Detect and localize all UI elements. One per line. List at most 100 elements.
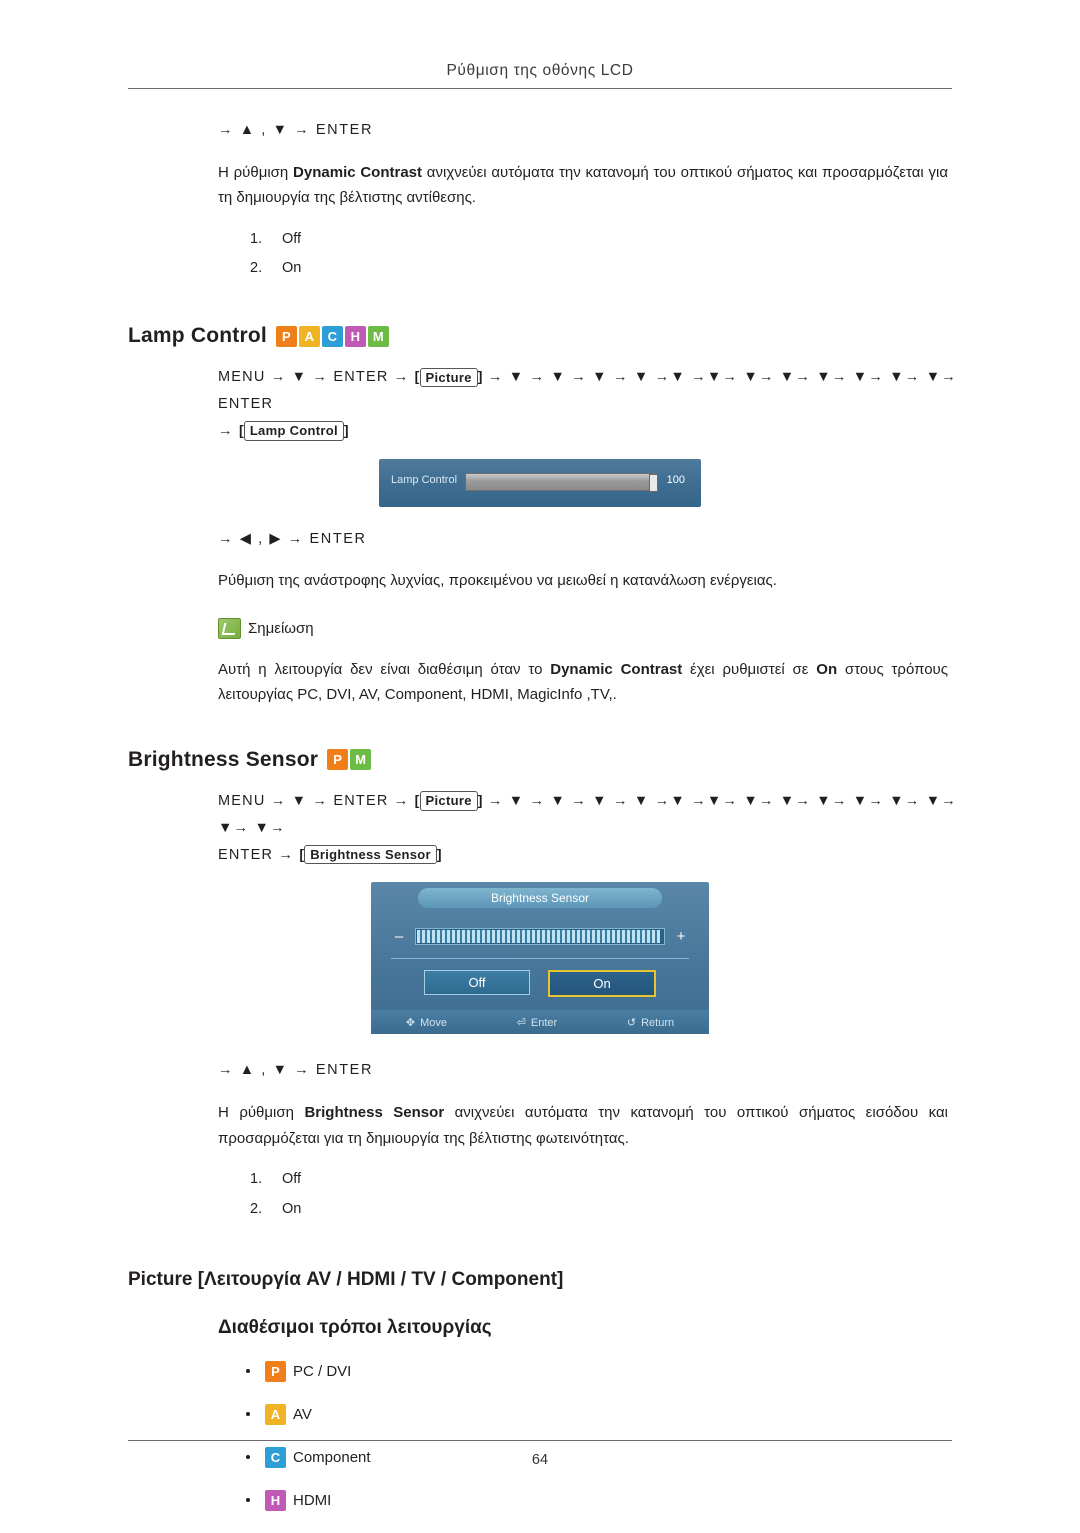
osd-bs-return-hint: ↺ Return <box>626 1016 675 1029</box>
list-item: A AV <box>246 1403 952 1425</box>
osd-bs-slider-fill <box>417 930 661 944</box>
subsection-heading-modes: Διαθέσιμοι τρόποι λειτουργίας <box>218 1316 492 1338</box>
menu-pill-brightness-sensor: Brightness Sensor <box>304 844 437 865</box>
note-par-bold1: Dynamic Contrast <box>550 660 683 678</box>
brightness-sensor-menu-path: MENU → ▼ → ENTER → [Picture] → ▼ → ▼ → ▼… <box>218 791 957 865</box>
osd-brightness-sensor: Brightness Sensor – + Off On ✥ Move ⏎ Ente… <box>371 882 709 1035</box>
list-item: 2. On <box>250 254 952 284</box>
osd-bs-move-hint: ✥ Move <box>405 1016 447 1029</box>
note-label: Σημείωση <box>248 619 314 637</box>
badge-pc-icon: P <box>275 325 297 347</box>
list-item: H HDMI <box>246 1489 952 1511</box>
option-number: 2. <box>250 260 263 277</box>
list-item: P PC / DVI <box>246 1360 952 1382</box>
dc-par-bold: Dynamic Contrast <box>293 163 423 181</box>
section-heading-picture: Picture [Λειτουργία AV / HDMI / TV / Com… <box>128 1268 564 1290</box>
lamp-control-title: Lamp Control <box>128 324 267 348</box>
section-heading-lamp-control: Lamp Control P A C H M <box>128 324 952 348</box>
option-label: On <box>282 1200 302 1217</box>
lamp-control-mode-badges: P A C H M <box>275 325 389 347</box>
header-divider <box>128 88 952 89</box>
menu-pill-picture: Picture <box>419 791 478 811</box>
note-block-lamp-control: Σημείωση <box>218 617 952 639</box>
note-par-bold2: On <box>816 660 838 678</box>
badge-magicinfo-icon: M <box>350 749 372 771</box>
option-number: 2. <box>250 1200 263 1217</box>
lamp-control-paragraph: Ρύθμιση της ανάστροφης λυχνίας, προκειμέ… <box>218 572 777 590</box>
badge-magicinfo-icon: M <box>367 325 389 347</box>
footer-divider <box>128 1440 952 1441</box>
osd-bs-enter-hint: ⏎ Enter <box>516 1016 558 1029</box>
lamp-control-menu-path: MENU → ▼ → ENTER → [Picture] → ▼ → ▼ → ▼… <box>218 367 957 441</box>
bullet-dot-icon <box>246 1412 250 1416</box>
osd-bs-on-button[interactable]: On <box>548 970 656 998</box>
mode-label: AV <box>293 1405 312 1423</box>
menu-path-part1: MENU → ▼ → ENTER → <box>218 792 410 809</box>
note-icon <box>218 617 241 639</box>
mode-label: HDMI <box>293 1491 332 1509</box>
mode-label: PC / DVI <box>293 1362 352 1380</box>
dynamic-contrast-options: 1. Off 2. On <box>250 225 952 284</box>
menu-pill-lamp-control: Lamp Control <box>243 421 344 441</box>
brightness-sensor-osd-wrap: Brightness Sensor – + Off On ✥ Move ⏎ Ente… <box>128 882 952 1035</box>
menu-path-part1: MENU → ▼ → ENTER → <box>218 369 410 386</box>
page-content: → ▲ , ▼ → ENTER Η ρύθμιση Dynamic Contra… <box>128 120 956 1533</box>
page-header: Ρύθμιση της οθόνης LCD <box>446 62 634 79</box>
osd-bs-minus-icon: – <box>394 928 404 946</box>
menu-path-part3: ENTER → <box>218 846 295 863</box>
osd-bs-slider-track <box>415 928 665 946</box>
move-arrows-icon: ✥ <box>405 1016 416 1029</box>
option-number: 1. <box>250 230 263 247</box>
osd-bs-title: Brightness Sensor <box>418 888 662 909</box>
menu-path-part3: → <box>218 422 234 439</box>
osd-lamp-slider <box>465 472 658 492</box>
badge-av-icon: A <box>298 325 320 347</box>
document-page: Ρύθμιση της οθόνης LCD → ▲ , ▼ → ENTER Η… <box>0 0 1080 1527</box>
option-number: 1. <box>250 1171 263 1188</box>
osd-lamp-slider-knob <box>649 473 658 492</box>
list-item: 2. On <box>250 1195 952 1225</box>
badge-av-icon: A <box>265 1403 286 1425</box>
osd-bs-off-button[interactable]: Off <box>424 970 530 996</box>
osd-lamp-control: Lamp Control 100 <box>379 458 701 507</box>
osd-bs-footer-bar: ✥ Move ⏎ Enter ↺ Return <box>371 1010 709 1035</box>
note-par-mid: έχει ρυθμιστεί σε <box>682 660 817 678</box>
page-number: 64 <box>531 1452 549 1468</box>
lamp-control-note-paragraph: Αυτή η λειτουργία δεν είναι διαθέσιμη ότ… <box>218 657 948 708</box>
osd-lamp-label: Lamp Control <box>391 473 458 486</box>
enter-key-icon: ⏎ <box>516 1016 526 1029</box>
badge-component-icon: C <box>321 325 343 347</box>
lamp-control-osd-wrap: Lamp Control 100 <box>128 458 952 507</box>
option-label: Off <box>282 1171 302 1188</box>
bullet-dot-icon <box>246 1498 250 1502</box>
list-item: 1. Off <box>250 225 952 255</box>
note-par-pre: Αυτή η λειτουργία δεν είναι διαθέσιμη ότ… <box>218 660 551 678</box>
osd-lamp-value: 100 <box>666 473 685 486</box>
osd-bs-divider <box>391 958 689 960</box>
badge-hdmi-icon: H <box>344 325 366 347</box>
dynamic-contrast-paragraph: Η ρύθμιση Dynamic Contrast ανιχνεύει αυτ… <box>218 160 948 211</box>
bs-par-pre: Η ρύθμιση <box>218 1104 305 1122</box>
available-modes-list: P PC / DVI A AV C Component H HDMI <box>246 1360 952 1511</box>
brightness-sensor-title: Brightness Sensor <box>128 747 319 771</box>
brightness-sensor-paragraph: Η ρύθμιση Brightness Sensor ανιχνεύει αυ… <box>218 1100 948 1151</box>
return-arrow-icon: ↺ <box>626 1016 637 1029</box>
badge-pc-icon: P <box>327 749 349 771</box>
section-heading-brightness-sensor: Brightness Sensor P M <box>128 748 952 772</box>
bs-par-bold: Brightness Sensor <box>304 1104 445 1122</box>
lamp-control-navline: → ◀ , ▶ → ENTER <box>218 530 367 547</box>
osd-bs-plus-icon: + <box>676 928 686 946</box>
brightness-sensor-options: 1. Off 2. On <box>250 1165 952 1224</box>
list-item: 1. Off <box>250 1165 952 1195</box>
brightness-sensor-navline: → ▲ , ▼ → ENTER <box>218 1062 374 1079</box>
dynamic-contrast-navline: → ▲ , ▼ → ENTER <box>218 122 374 138</box>
brightness-sensor-mode-badges: P M <box>327 749 372 771</box>
osd-bs-button-row: Off On <box>371 970 709 998</box>
osd-bs-slider-row: – + <box>393 928 687 946</box>
badge-pc-icon: P <box>265 1360 286 1382</box>
dc-par-pre: Η ρύθμιση <box>218 163 294 181</box>
bullet-dot-icon <box>246 1369 250 1373</box>
option-label: Off <box>282 230 302 247</box>
badge-hdmi-icon: H <box>265 1489 286 1511</box>
option-label: On <box>282 260 302 277</box>
